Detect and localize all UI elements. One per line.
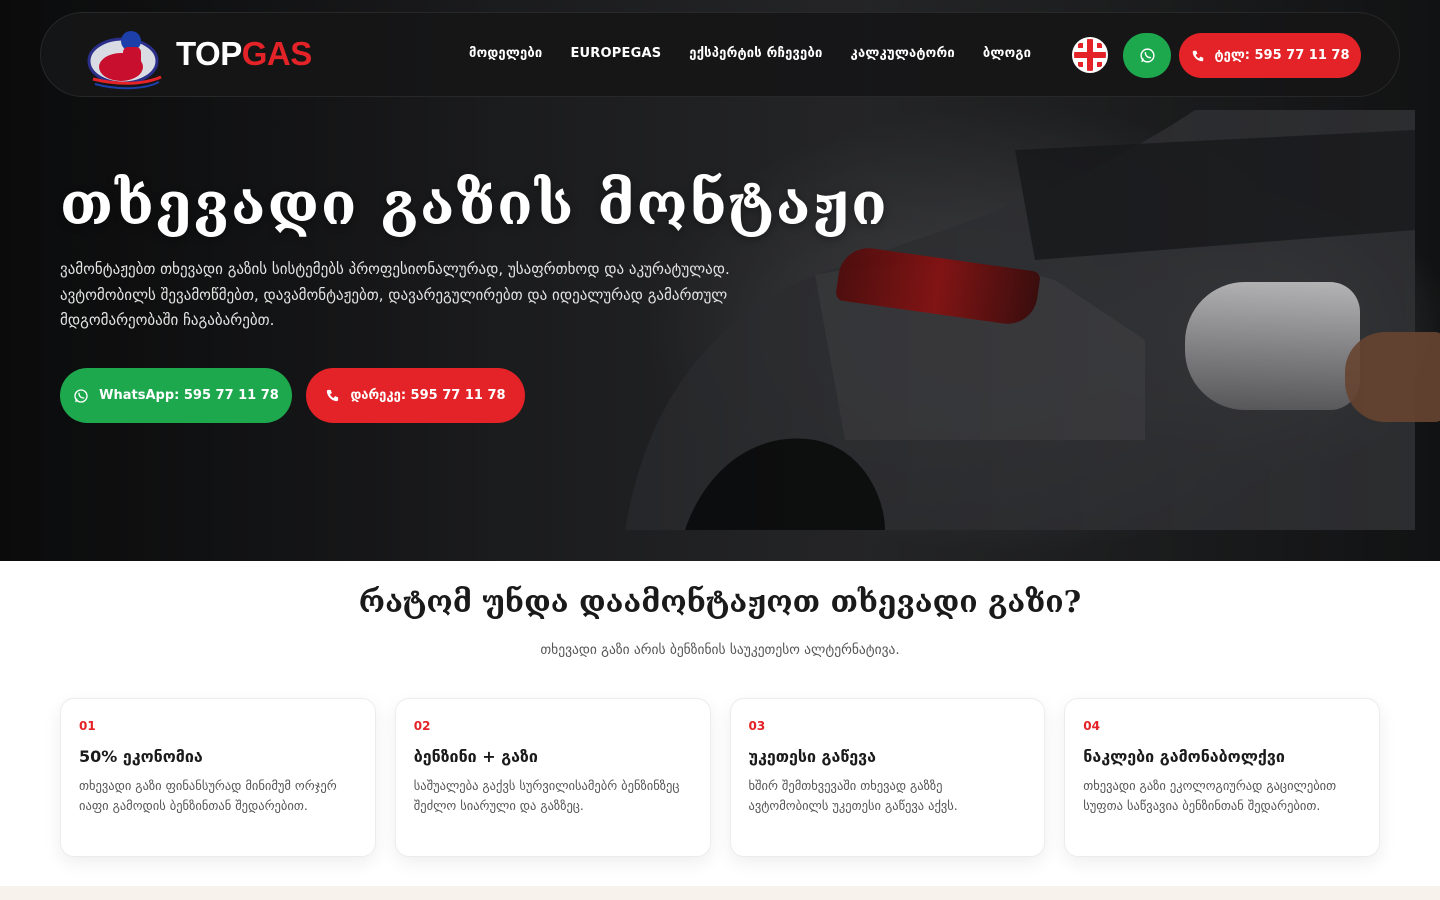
why-section-title: რატომ უნდა დაამონტაჟოთ თხევადი გაზი? — [358, 585, 1082, 620]
benefit-card-text: თხევადი გაზი ეკოლოგიურად გაცილებით სუფთა… — [1083, 778, 1337, 813]
benefit-card-text: საშუალება გაქვს სურვილისამებრ ბენზინზეც … — [413, 778, 680, 813]
why-section-subtitle: თხევადი გაზი არის ბენზინის საუკეთესო ალტ… — [540, 642, 900, 658]
benefit-cards: 01 50% ეკონომია თხევადი გაზი ფინანსურად … — [60, 698, 1380, 857]
nav-item-calculator[interactable]: კალკულატორი — [851, 46, 955, 61]
benefit-card: 01 50% ეკონომია თხევადი გაზი ფინანსურად … — [60, 698, 376, 857]
benefit-card: 03 უკეთესი გაწევა ხშირ შემთხვევაში თხევა… — [729, 698, 1046, 857]
brand-logo-top: TOP — [176, 35, 242, 72]
call-button-label: დარეკე: 595 77 11 78 — [350, 388, 506, 403]
georgia-flag-icon[interactable] — [1072, 37, 1108, 73]
whatsapp-button[interactable]: WhatsApp: 595 77 11 78 — [60, 368, 292, 423]
whatsapp-button-label: WhatsApp: 595 77 11 78 — [99, 388, 279, 403]
hero-description: ვამონტაჟებთ თხევადი გაზის სისტემებს პროფ… — [60, 260, 730, 329]
topgas-logo-icon[interactable] — [87, 21, 165, 91]
whatsapp-icon — [1139, 48, 1155, 63]
phone-nav-label: ტელ: 595 77 11 78 — [1214, 48, 1350, 63]
benefit-card-title: ბენზინი + გაზი — [413, 747, 538, 766]
phone-nav-button[interactable]: ტელ: 595 77 11 78 — [1179, 33, 1361, 78]
benefit-card-text: თხევადი გაზი ფინანსურად მინიმუმ ორჯერ ია… — [79, 778, 337, 813]
nav-item-models[interactable]: მოდელები — [469, 46, 542, 61]
benefit-card-title: 50% ეკონომია — [79, 747, 203, 766]
call-button[interactable]: დარეკე: 595 77 11 78 — [306, 368, 525, 423]
phone-icon — [327, 389, 339, 402]
benefit-card: 02 ბენზინი + გაზი საშუალება გაქვს სურვილ… — [394, 698, 711, 857]
nav-item-europegas[interactable]: EUROPEGAS — [570, 46, 661, 61]
nav-item-blog[interactable]: ბლოგი — [983, 46, 1031, 61]
top-navbar: TOPGAS მოდელები EUROPEGAS ექსპერტის რჩევ… — [40, 12, 1400, 97]
whatsapp-nav-button[interactable] — [1123, 33, 1171, 78]
phone-icon — [1192, 50, 1203, 61]
benefit-card-title: ნაკლები გამონაბოლქვი — [1083, 747, 1285, 766]
benefit-card: 04 ნაკლები გამონაბოლქვი თხევადი გაზი ეკო… — [1064, 698, 1380, 857]
benefit-card-title: უკეთესი გაწევა — [748, 747, 876, 766]
whatsapp-icon — [74, 388, 88, 403]
benefit-card-number: 02 — [413, 719, 431, 733]
nav-item-expert-tips[interactable]: ექსპერტის რჩევები — [689, 46, 822, 61]
hero-title: თხევადი გაზის მონტაჟი — [60, 170, 889, 238]
brand-logo[interactable]: TOPGAS — [176, 35, 312, 73]
next-section-edge — [0, 886, 1440, 900]
benefit-card-text: ხშირ შემთხვევაში თხევად გაზზე ავტომობილს… — [748, 778, 958, 813]
benefit-card-number: 04 — [1083, 719, 1100, 733]
nav-menu: მოდელები EUROPEGAS ექსპერტის რჩევები კალ… — [469, 46, 1031, 61]
benefit-card-number: 01 — [79, 719, 96, 733]
brand-logo-gas: GAS — [241, 35, 313, 72]
benefit-card-number: 03 — [748, 719, 766, 733]
